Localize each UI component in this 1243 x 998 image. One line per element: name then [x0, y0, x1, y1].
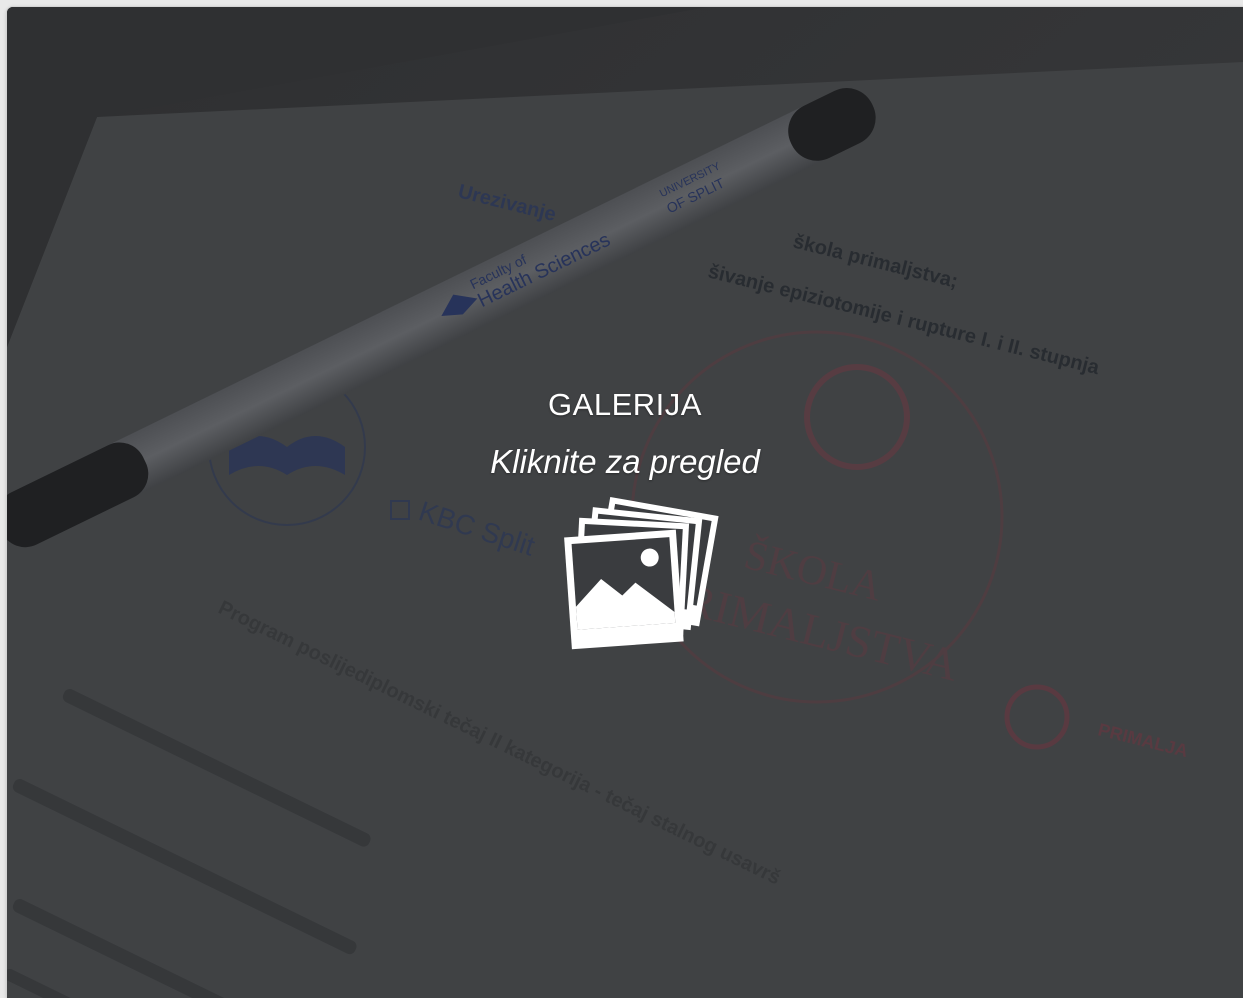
gallery-caption: GALERIJA Kliknite za pregled: [7, 387, 1243, 481]
photo-gallery-icon[interactable]: [560, 491, 720, 651]
gallery-title: GALERIJA: [548, 387, 702, 422]
gallery-subtitle: Kliknite za pregled: [490, 443, 760, 480]
gallery-card[interactable]: Urezivanje škola primaljstva; šivanje ep…: [7, 7, 1243, 998]
